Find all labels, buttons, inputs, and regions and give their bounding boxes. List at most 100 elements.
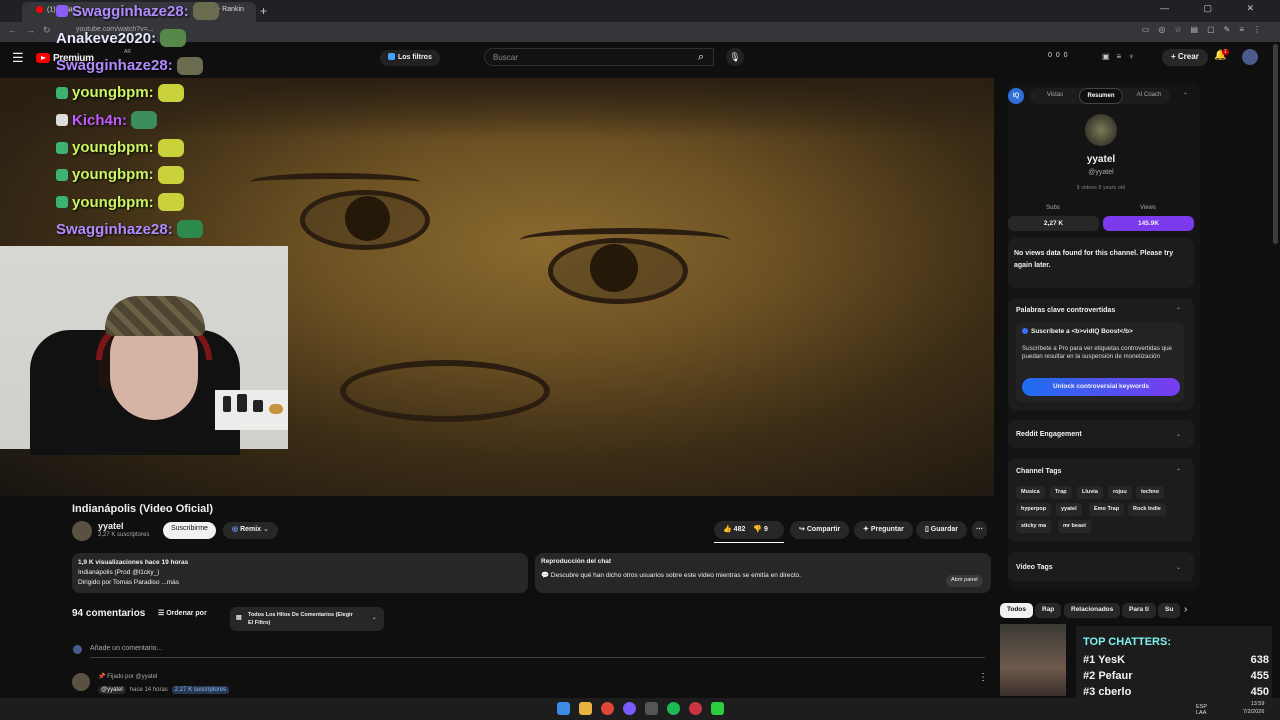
header-counters[interactable]: 0 0 0 <box>1048 52 1069 59</box>
channel-tag[interactable]: Trap <box>1050 486 1072 499</box>
discord-icon[interactable] <box>623 702 636 715</box>
subscribe-button[interactable]: Suscribirme <box>163 522 216 539</box>
share-button[interactable]: ↪ Compartir <box>790 521 850 539</box>
language-indicator[interactable]: ESP LAA <box>1196 704 1207 716</box>
pro-upsell-text: Suscríbete a Pro para ver etiquetas cont… <box>1022 345 1172 360</box>
open-panel-button[interactable]: Abrir panel <box>946 575 983 587</box>
top-chatter-row: #2 Pefaur 455 <box>1083 670 1269 682</box>
search-input[interactable]: Buscar <box>484 48 714 66</box>
channel-tag[interactable]: hyperpop <box>1016 503 1052 516</box>
keywords-title[interactable]: Palabras clave controvertidas <box>1016 307 1115 314</box>
share-label: Compartir <box>806 526 841 533</box>
window-controls[interactable]: — ▢ ✕ <box>1160 3 1270 14</box>
chip-relacionados[interactable]: Relacionados <box>1064 603 1121 618</box>
channel-tag[interactable]: sticky ma <box>1016 520 1052 533</box>
share-icon: ↪ <box>799 526 807 533</box>
header-tools-icons[interactable]: ▣≡♆ <box>1102 52 1141 61</box>
tab-ai-coach[interactable]: AI Coach <box>1127 88 1171 104</box>
channel-tag[interactable]: Rock Indie <box>1128 503 1166 516</box>
file-explorer-icon[interactable] <box>579 702 592 715</box>
channel-avatar[interactable] <box>72 521 92 541</box>
menu-icon[interactable]: ☰ <box>12 50 24 66</box>
chevron-up-icon[interactable]: ⌃ <box>1176 307 1181 314</box>
system-clock[interactable]: 13:59 7/2/2026 <box>1243 700 1264 716</box>
chat-username: Swagginhaze28: <box>56 220 173 238</box>
windows-taskbar <box>0 698 1280 720</box>
description-box[interactable]: 1,9 K visualizaciones hace 19 horas Indi… <box>72 553 528 593</box>
chat-message: Kich4n: <box>56 109 158 131</box>
channel-tag[interactable]: Emo Trap <box>1089 503 1125 516</box>
chrome-icon[interactable] <box>601 702 614 715</box>
user-avatar[interactable] <box>1242 49 1258 65</box>
description-more[interactable]: ...más <box>161 579 179 586</box>
windows-start-icon[interactable] <box>557 702 570 715</box>
recommended-thumbnail[interactable] <box>1000 624 1066 696</box>
create-label: Crear <box>1177 52 1199 61</box>
pinned-comment-avatar[interactable] <box>72 673 90 691</box>
chip-rap[interactable]: Rap <box>1035 603 1062 618</box>
like-dislike-group[interactable]: 👍 482 👎 9 <box>714 521 784 539</box>
create-button[interactable]: + Crear <box>1162 49 1208 66</box>
pinned-author[interactable]: @yyatel <box>98 686 126 694</box>
chat-replay-text-row: 💬 Descubre qué han dicho otros usuarios … <box>541 571 985 579</box>
chat-username: Anakeve2020: <box>56 29 157 47</box>
sun-left-brow-art <box>250 173 420 191</box>
back-icon[interactable]: ← <box>8 25 17 35</box>
views-label: Views <box>1140 205 1156 211</box>
remix-button[interactable]: ◎ Remix ⌄ <box>223 522 278 539</box>
ask-button[interactable]: ✦ Preguntar <box>854 521 913 539</box>
extensions-bar[interactable]: ▭◎☆▤▢✎≡⋮ <box>1142 25 1270 34</box>
more-actions-button[interactable]: ⋯ <box>972 521 987 539</box>
top-chatters-title: TOP CHATTERS: <box>1083 636 1172 648</box>
channel-name[interactable]: yyatel <box>98 521 124 531</box>
forward-icon[interactable]: → <box>26 25 35 35</box>
filters-button[interactable]: Los filtros <box>380 50 440 66</box>
search-icon[interactable]: ⌕ <box>688 48 714 66</box>
channel-tag[interactable]: Musica <box>1016 486 1045 499</box>
spotify-icon[interactable] <box>667 702 680 715</box>
collapse-panel-icon[interactable]: ⌃ <box>1183 92 1188 99</box>
comment-menu-icon[interactable]: ⋮ <box>978 672 988 683</box>
chip-more[interactable]: Su <box>1158 603 1180 618</box>
description-line: Dirigido por Tomas Paradiso ...más <box>78 579 180 586</box>
chat-badge-icon <box>56 196 68 209</box>
chevron-up-icon[interactable]: ⌃ <box>1176 468 1181 475</box>
channel-tag[interactable]: rojuu <box>1108 486 1132 499</box>
chip-todos[interactable]: Todos <box>1000 603 1034 618</box>
reload-icon[interactable]: ↻ <box>43 25 51 36</box>
obs-icon[interactable] <box>645 702 658 715</box>
chat-message: youngbpm: <box>56 82 184 104</box>
add-comment-input[interactable]: Añade un comentario... <box>90 645 162 652</box>
sort-comments-button[interactable]: ☰ Ordenar por <box>158 609 207 617</box>
comments-count: 94 comentarios <box>72 608 146 619</box>
chevron-down-icon[interactable]: ⌄ <box>1176 564 1181 571</box>
threads-label-2: El Filtro) <box>248 620 271 626</box>
channel-tag[interactable]: mr beast <box>1058 520 1091 533</box>
chat-emote-icon <box>160 29 187 48</box>
pinned-comment-meta: @yyatel hace 14 horas 2,27 K suscriptore… <box>98 686 230 694</box>
chevron-down-icon[interactable]: ⌄ <box>1176 431 1181 438</box>
tab-vistas[interactable]: Vistas <box>1035 88 1075 104</box>
tab-resumen[interactable]: Resumen <box>1079 88 1123 104</box>
channel-tag[interactable]: techno <box>1136 486 1165 499</box>
chevron-down-icon: ⌄ <box>372 615 377 621</box>
like-icon[interactable]: 👍 <box>723 526 734 533</box>
channel-tag[interactable]: Lluvia <box>1077 486 1103 499</box>
threads-filter-dropdown[interactable]: ▤ Todos Los Hilos De Comentarios (Elegir… <box>230 607 384 631</box>
microphone-icon[interactable]: 🎙 <box>726 48 744 66</box>
new-tab-button[interactable]: + <box>260 4 267 18</box>
video-title: Indianápolis (Video Oficial) <box>72 503 213 515</box>
chip-para-ti[interactable]: Para ti <box>1122 603 1156 618</box>
kick-icon[interactable] <box>711 702 724 715</box>
subs-value: 2,27 K <box>1008 216 1099 231</box>
save-button[interactable]: ▯ Guardar <box>916 521 968 539</box>
page-scrollbar[interactable] <box>1273 44 1278 244</box>
dislike-icon[interactable]: 👎 <box>753 526 764 533</box>
chat-emote-icon <box>157 193 184 212</box>
pin-icon: 📌 <box>98 674 108 680</box>
app-icon[interactable] <box>689 702 702 715</box>
unlock-keywords-button[interactable]: Unlock controversial keywords <box>1022 378 1180 396</box>
channel-tag[interactable]: yyatel <box>1056 503 1082 516</box>
chevron-right-icon[interactable]: › <box>1184 604 1187 615</box>
channel-tags-title[interactable]: Channel Tags <box>1016 468 1061 475</box>
